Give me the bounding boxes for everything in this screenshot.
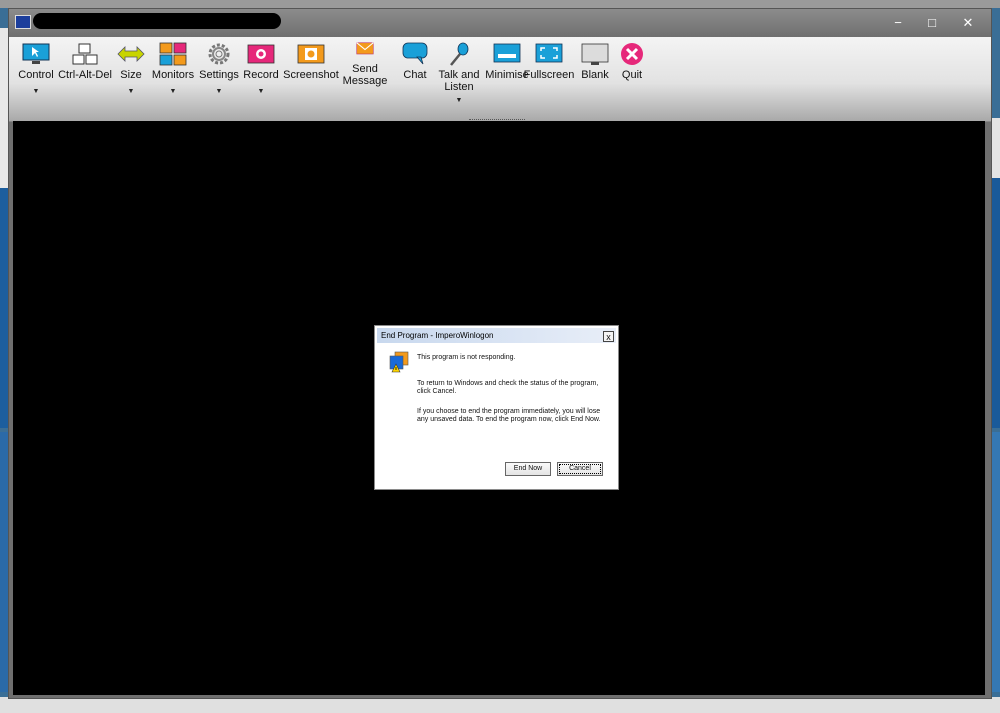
screenshot-label: Screenshot — [283, 69, 339, 81]
maximize-button[interactable]: □ — [923, 15, 941, 31]
dialog-message-cancel-info: To return to Windows and check the statu… — [417, 380, 599, 395]
camera-icon — [297, 44, 325, 64]
resize-arrows-icon — [117, 46, 145, 62]
desktop-top-strip — [0, 0, 1000, 8]
record-icon — [247, 44, 275, 64]
close-button[interactable]: ✕ — [959, 15, 977, 31]
redacted-title — [33, 13, 281, 29]
minimize-button[interactable]: − — [889, 15, 907, 31]
minimise-screen-icon — [493, 43, 521, 63]
quit-label: Quit — [621, 69, 643, 81]
chat-bubble-icon — [402, 42, 428, 65]
dialog-close-button[interactable]: x — [603, 331, 614, 342]
chevron-down-icon[interactable]: ▼ — [231, 86, 291, 98]
dialog-title: End Program - ImperoWinlogon — [377, 328, 616, 343]
dialog-message-end-now-info: If you choose to end the program immedia… — [417, 408, 601, 423]
end-program-dialog: End Program - ImperoWinlogon x This prog… — [374, 325, 619, 490]
screenshot-button[interactable]: Screenshot — [281, 42, 341, 81]
background-bottom-strip — [0, 697, 1000, 713]
warning-program-icon — [389, 351, 409, 373]
quit-button[interactable]: Quit — [602, 42, 662, 81]
chevron-down-icon[interactable]: ▼ — [6, 86, 66, 98]
keys-icon — [72, 43, 98, 65]
cancel-button[interactable]: Cancel — [557, 462, 603, 476]
quit-x-icon — [621, 43, 643, 65]
dialog-message-not-responding: This program is not responding. — [417, 354, 516, 361]
monitor-cursor-icon — [22, 43, 50, 64]
gear-icon — [208, 43, 230, 65]
chevron-down-icon[interactable]: ▼ — [429, 95, 489, 107]
end-now-button[interactable]: End Now — [505, 462, 551, 476]
title-bar[interactable]: − □ ✕ — [9, 9, 991, 37]
monitors-grid-icon — [159, 42, 187, 66]
fullscreen-icon — [535, 43, 563, 63]
microphone-icon — [450, 42, 469, 66]
app-icon — [15, 15, 31, 29]
envelope-icon — [356, 42, 374, 55]
toolbar: Control ▼ Ctrl-Alt-Del Size ▼ Monitors ▼… — [9, 37, 991, 122]
